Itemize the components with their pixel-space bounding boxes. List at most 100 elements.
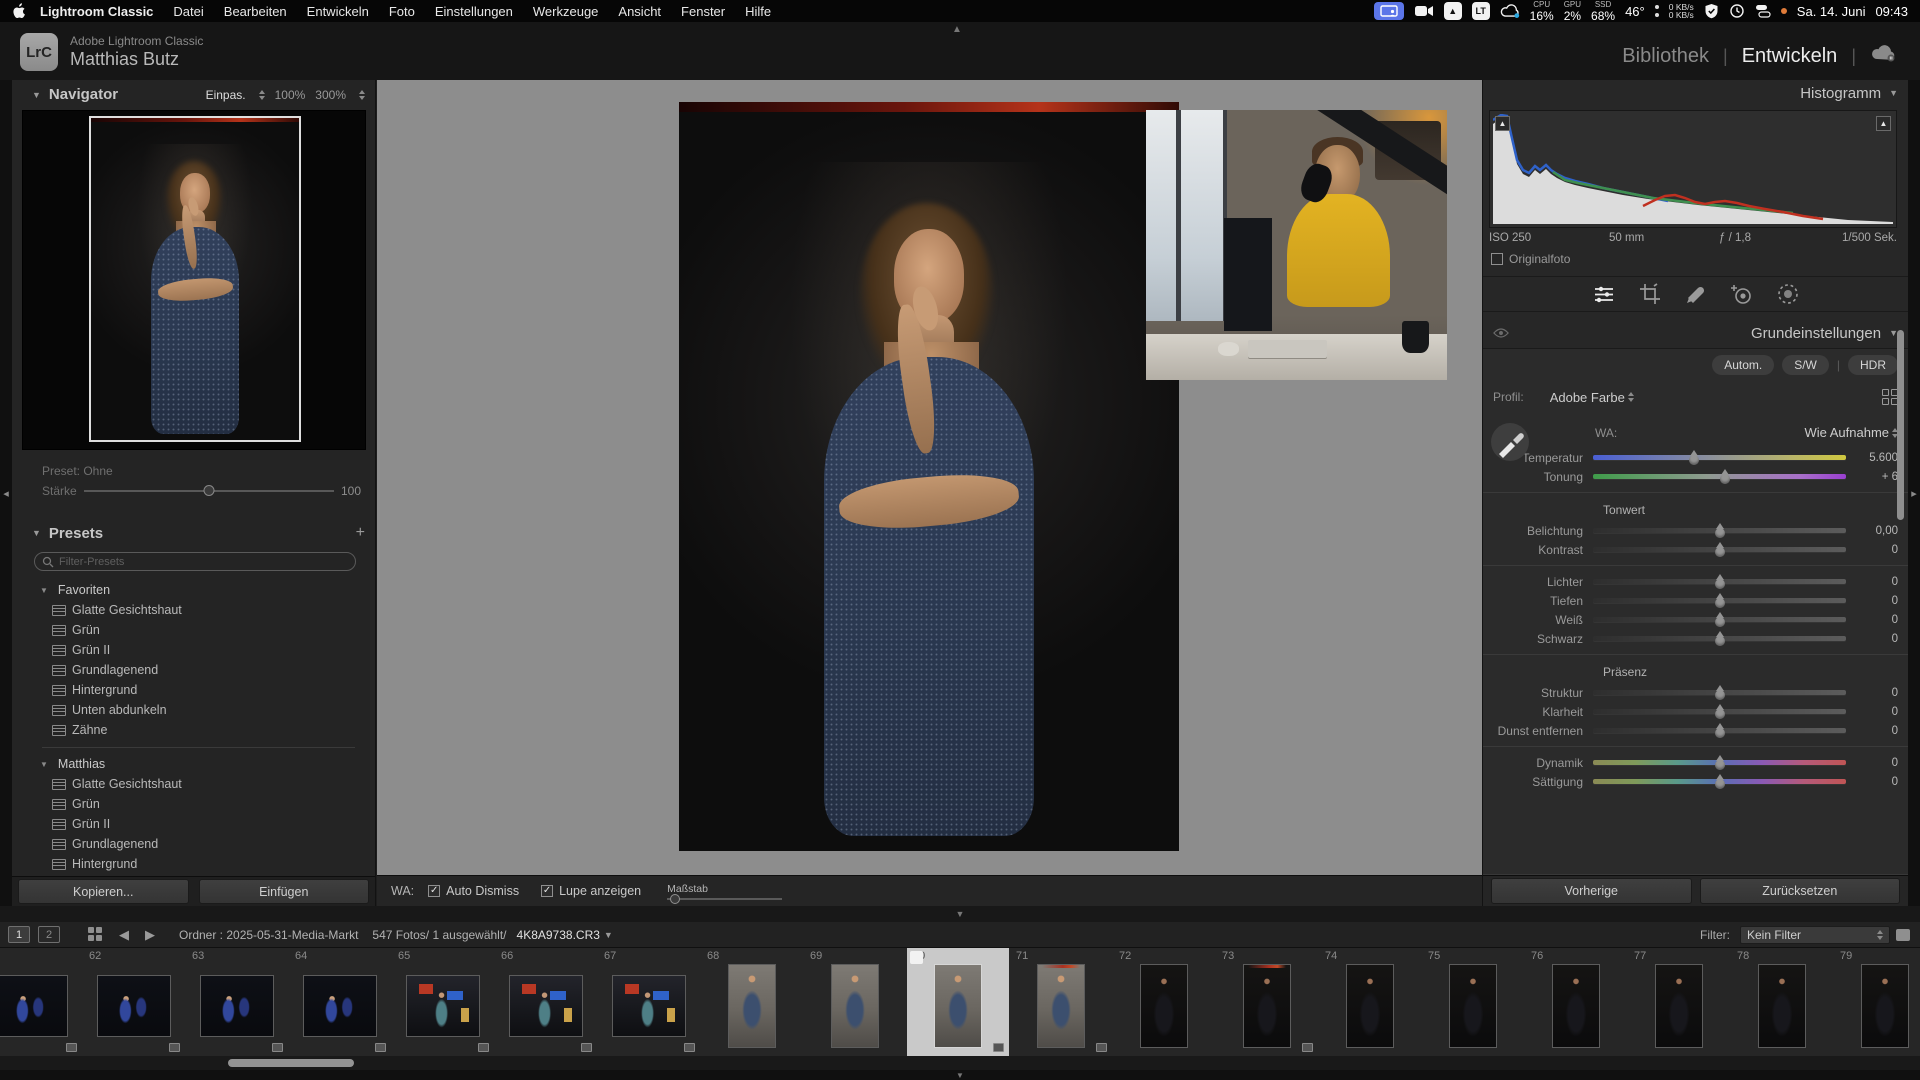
hdr-button[interactable]: HDR — [1848, 355, 1898, 375]
preset-entry[interactable]: Glatte Gesichtshaut — [34, 600, 363, 620]
thumbnail-adjustment-badge-icon[interactable] — [272, 1043, 283, 1052]
triangle-app-icon[interactable]: ▲ — [1444, 2, 1462, 20]
checkbox-checked-icon[interactable]: ✓ — [428, 885, 440, 897]
filmstrip-thumbnail[interactable]: 75 — [1422, 948, 1524, 1056]
basic-panel-header[interactable]: Grundeinstellungen ▼ — [1483, 320, 1908, 346]
slider-track[interactable] — [1593, 728, 1846, 733]
filmstrip-thumbnail[interactable]: 70 — [907, 948, 1009, 1056]
bw-button[interactable]: S/W — [1782, 355, 1829, 375]
preset-entry[interactable]: Unten abdunkeln — [34, 700, 363, 720]
slider-track[interactable] — [1593, 690, 1846, 695]
filmstrip-thumbnail[interactable]: 62 — [83, 948, 185, 1056]
thumbnail-image[interactable] — [1347, 965, 1393, 1047]
slider-thumb[interactable] — [1689, 455, 1699, 465]
filmstrip-collapse-bar[interactable]: ▼ — [0, 906, 1920, 922]
toggles-icon[interactable] — [1755, 4, 1771, 18]
slider-value[interactable]: 0 — [1846, 687, 1898, 699]
thumbnail-image[interactable] — [201, 976, 273, 1036]
slider-thumb[interactable] — [1715, 779, 1725, 789]
thumbnail-adjustment-badge-icon[interactable] — [993, 1043, 1004, 1052]
filmstrip-thumbnail[interactable]: 76 — [1525, 948, 1627, 1056]
thumbnail-image[interactable] — [510, 976, 582, 1036]
reset-button[interactable]: Zurücksetzen — [1700, 878, 1901, 904]
thumbnail-image[interactable] — [1553, 965, 1599, 1047]
thumbnail-adjustment-badge-icon[interactable] — [478, 1043, 489, 1052]
slider-value[interactable]: 0 — [1846, 633, 1898, 645]
preset-entry[interactable]: Grün — [34, 620, 363, 640]
filmstrip-source-path[interactable]: Ordner : 2025-05-31-Media-Markt — [179, 928, 358, 942]
menu-item[interactable]: Foto — [379, 4, 425, 19]
network-stat[interactable]: 0 KB/s0 KB/s — [1669, 3, 1694, 20]
slider-track[interactable] — [1593, 455, 1846, 460]
slider-thumb[interactable] — [1715, 709, 1725, 719]
slider-track[interactable] — [1593, 579, 1846, 584]
slider-value[interactable]: 0 — [1846, 776, 1898, 788]
grid-view-icon[interactable] — [88, 927, 103, 942]
shadow-clipping-indicator[interactable]: ▲ — [1495, 116, 1510, 131]
menu-item[interactable]: Entwickeln — [297, 4, 379, 19]
thumbnail-image[interactable] — [1038, 965, 1084, 1047]
thumbnail-adjustment-badge-icon[interactable] — [169, 1043, 180, 1052]
right-panel-scrollbar[interactable] — [1897, 330, 1904, 520]
red-eye-tool-icon[interactable] — [1730, 282, 1754, 306]
zoom-fit[interactable]: Einpas. — [206, 88, 246, 102]
auto-button[interactable]: Autom. — [1712, 355, 1774, 375]
paste-button[interactable]: Einfügen — [199, 879, 370, 904]
main-window-button[interactable]: 1 — [8, 926, 30, 943]
thumbnail-image[interactable] — [0, 976, 67, 1036]
slider-thumb[interactable] — [1715, 728, 1725, 738]
previous-button[interactable]: Vorherige — [1491, 878, 1692, 904]
slider-thumb[interactable] — [1715, 617, 1725, 627]
apple-logo-icon[interactable] — [12, 3, 26, 19]
thumbnail-flag[interactable] — [910, 951, 923, 964]
healing-tool-icon[interactable] — [1684, 282, 1708, 306]
filename-caret-icon[interactable]: ▼ — [604, 930, 613, 940]
thumbnail-image[interactable] — [98, 976, 170, 1036]
slider-track[interactable] — [1593, 709, 1846, 714]
slider-track[interactable] — [1593, 598, 1846, 603]
cpu-stat[interactable]: CPU16% — [1530, 1, 1554, 22]
menu-item[interactable]: Ansicht — [608, 4, 671, 19]
menu-item[interactable]: Bearbeiten — [214, 4, 297, 19]
right-panel-collapse-strip[interactable]: ▸ — [1908, 80, 1920, 906]
slider-value[interactable]: 0 — [1846, 706, 1898, 718]
profile-browser-icon[interactable] — [1882, 389, 1898, 405]
filmstrip-thumbnail[interactable]: 77 — [1628, 948, 1730, 1056]
filter-dropdown[interactable]: Kein Filter — [1740, 926, 1890, 944]
thumbnail-adjustment-badge-icon[interactable] — [581, 1043, 592, 1052]
slider-thumb[interactable] — [1715, 636, 1725, 646]
slider-track[interactable] — [1593, 636, 1846, 641]
thumbnail-image[interactable] — [832, 965, 878, 1047]
loupe-canvas[interactable] — [377, 80, 1482, 875]
slider-track[interactable] — [1593, 760, 1846, 765]
stepper-icon[interactable] — [359, 90, 365, 100]
stepper-icon[interactable] — [259, 90, 265, 100]
copy-button[interactable]: Kopieren... — [18, 879, 189, 904]
strength-slider-thumb[interactable] — [204, 485, 215, 496]
highlight-clipping-indicator[interactable]: ▲ — [1876, 116, 1891, 131]
add-preset-button[interactable]: + — [356, 524, 365, 542]
video-camera-icon[interactable] — [1414, 4, 1434, 18]
menubar-date[interactable]: Sa. 14. Juni — [1797, 4, 1866, 19]
filmstrip-thumbnail[interactable]: 68 — [701, 948, 803, 1056]
preset-entry[interactable]: Zähne — [34, 720, 363, 740]
panel-eye-icon[interactable] — [1493, 327, 1509, 339]
menu-item[interactable]: Fenster — [671, 4, 735, 19]
filmstrip-thumbnail[interactable]: 73 — [1216, 948, 1318, 1056]
next-photo-arrow-icon[interactable]: ▶ — [145, 927, 155, 943]
masking-tool-icon[interactable] — [1776, 282, 1800, 306]
histogram-panel-header[interactable]: Histogramm ▼ — [1483, 80, 1908, 106]
preset-entry[interactable]: Matthias — [34, 754, 363, 774]
zoom-100[interactable]: 100% — [275, 88, 306, 102]
edit-sliders-tool-icon[interactable] — [1592, 282, 1616, 306]
thumbnail-image[interactable] — [613, 976, 685, 1036]
thumbnail-image[interactable] — [729, 965, 775, 1047]
show-loupe-checkbox[interactable]: ✓ Lupe anzeigen — [541, 884, 641, 898]
selected-filename[interactable]: 4K8A9738.CR3 — [517, 928, 600, 942]
filmstrip-thumbnail[interactable]: 63 — [186, 948, 288, 1056]
temperature-stat[interactable]: 46° — [1625, 4, 1645, 19]
filmstrip-thumbnail[interactable]: 78 — [1731, 948, 1833, 1056]
thumbnail-image[interactable] — [935, 965, 981, 1047]
preset-entry[interactable]: Grundlagenend — [34, 660, 363, 680]
preset-entry[interactable]: Grün II — [34, 814, 363, 834]
